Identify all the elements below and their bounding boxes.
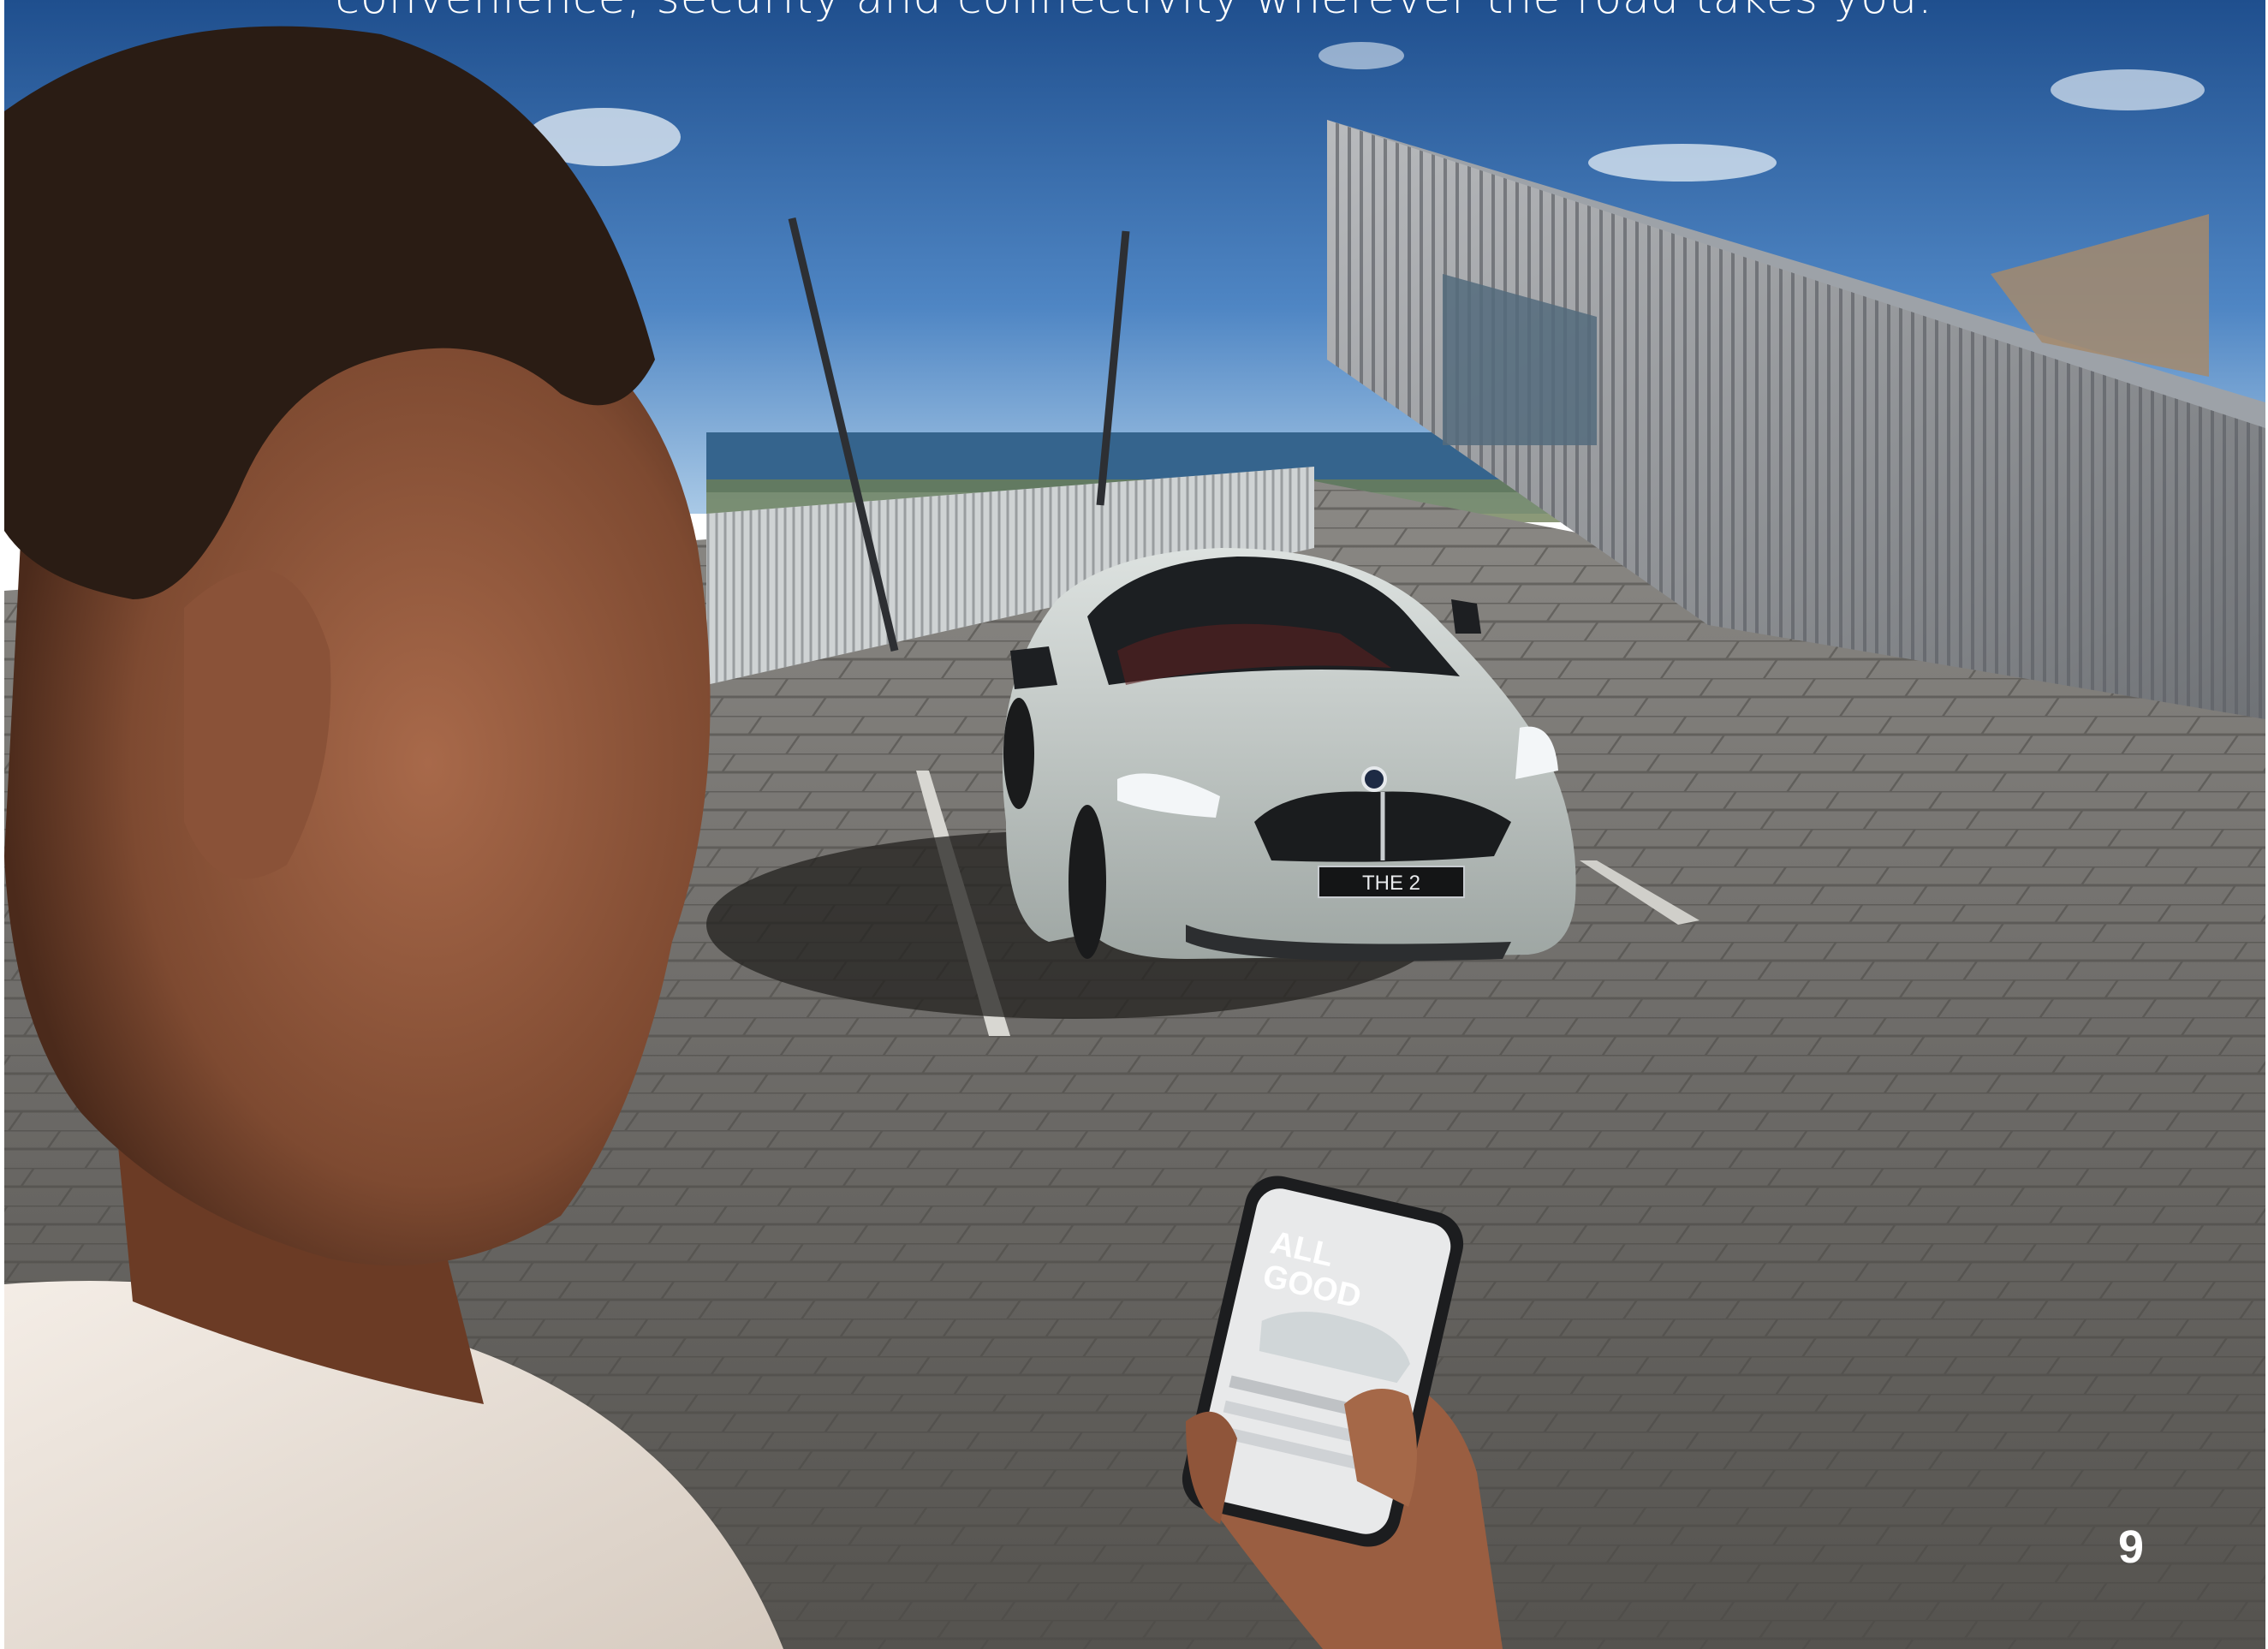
cloud — [2051, 69, 2205, 110]
brochure-page: ALL GOOD THE 2 convenience, security and… — [0, 0, 2268, 1649]
hero-photo: ALL GOOD THE 2 — [4, 0, 2265, 1649]
page-number: 9 — [2118, 1521, 2145, 1573]
intro-text: convenience, security and connectivity w… — [0, 0, 2268, 24]
license-plate-text: THE 2 — [1362, 872, 1420, 895]
cloud — [1588, 144, 1777, 182]
cloud — [1319, 42, 1404, 69]
